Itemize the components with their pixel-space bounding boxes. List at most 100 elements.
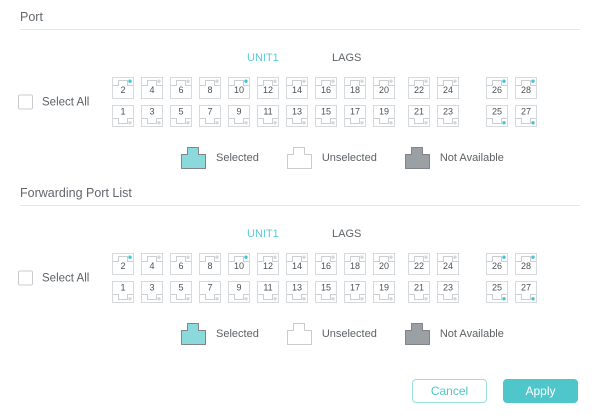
port-1[interactable]: 1 (112, 281, 134, 303)
svg-text:4: 4 (149, 85, 154, 95)
port-15[interactable]: 15 (315, 105, 337, 127)
port-2[interactable]: 2 (112, 77, 134, 99)
port-3[interactable]: 3 (141, 281, 163, 303)
svg-text:7: 7 (207, 107, 212, 117)
cancel-button[interactable]: Cancel (412, 379, 487, 403)
port-25[interactable]: 25 (486, 105, 508, 127)
svg-text:8: 8 (207, 85, 212, 95)
port-27[interactable]: 27 (515, 105, 537, 127)
port-jack-icon: 9 (228, 281, 250, 303)
svg-text:14: 14 (292, 85, 302, 95)
port-3[interactable]: 3 (141, 105, 163, 127)
port-26[interactable]: 26 (486, 253, 508, 275)
port-5[interactable]: 5 (170, 105, 192, 127)
port-5[interactable]: 5 (170, 281, 192, 303)
svg-text:28: 28 (521, 261, 531, 271)
port-13[interactable]: 13 (286, 281, 308, 303)
svg-text:1: 1 (120, 107, 125, 117)
select-all[interactable]: Select All (18, 270, 89, 286)
port-2[interactable]: 2 (112, 253, 134, 275)
port-jack-icon: 9 (228, 105, 250, 127)
port-19[interactable]: 19 (373, 105, 395, 127)
svg-text:21: 21 (414, 283, 424, 293)
tab-unit1[interactable]: UNIT1 (247, 52, 279, 64)
port-4[interactable]: 4 (141, 77, 163, 99)
port-12[interactable]: 12 (257, 77, 279, 99)
port-19[interactable]: 19 (373, 281, 395, 303)
port-20[interactable]: 20 (373, 77, 395, 99)
port-10[interactable]: 10 (228, 253, 250, 275)
select-all-checkbox[interactable] (18, 94, 33, 110)
legend-item-selected: Selected (180, 145, 259, 170)
port-7[interactable]: 7 (199, 281, 221, 303)
port-jack-icon: 6 (170, 253, 192, 275)
port-17[interactable]: 17 (344, 281, 366, 303)
port-1[interactable]: 1 (112, 105, 134, 127)
port-18[interactable]: 18 (344, 253, 366, 275)
port-11[interactable]: 11 (257, 105, 279, 127)
svg-text:18: 18 (350, 85, 360, 95)
port-28[interactable]: 28 (515, 253, 537, 275)
port-9[interactable]: 9 (228, 105, 250, 127)
apply-button[interactable]: Apply (503, 379, 578, 403)
port-21[interactable]: 21 (408, 281, 430, 303)
port-12[interactable]: 12 (257, 253, 279, 275)
port-15[interactable]: 15 (315, 281, 337, 303)
port-25[interactable]: 25 (486, 281, 508, 303)
port-10[interactable]: 10 (228, 77, 250, 99)
svg-text:9: 9 (236, 107, 241, 117)
port-jack-icon: 24 (437, 253, 459, 275)
port-jack-icon: 21 (408, 281, 430, 303)
svg-text:1: 1 (120, 283, 125, 293)
port-24[interactable]: 24 (437, 253, 459, 275)
port-21[interactable]: 21 (408, 105, 430, 127)
port-28[interactable]: 28 (515, 77, 537, 99)
port-16[interactable]: 16 (315, 77, 337, 99)
port-23[interactable]: 23 (437, 281, 459, 303)
port-row-top: 2 4 6 8 10 12 14 16 18 20 (112, 77, 395, 99)
port-22[interactable]: 22 (408, 253, 430, 275)
port-23[interactable]: 23 (437, 105, 459, 127)
svg-text:19: 19 (379, 283, 389, 293)
port-6[interactable]: 6 (170, 253, 192, 275)
port-jack-icon: 10 (228, 77, 250, 99)
port-jack-icon: 5 (170, 105, 192, 127)
port-jack-icon: 19 (373, 281, 395, 303)
port-row-bottom: 1 3 5 7 9 11 13 15 17 19 (112, 281, 395, 303)
port-13[interactable]: 13 (286, 105, 308, 127)
port-jack-icon: 16 (315, 253, 337, 275)
tab-lags[interactable]: LAGS (332, 52, 361, 64)
port-jack-icon: 16 (315, 77, 337, 99)
select-all-checkbox[interactable] (18, 270, 33, 286)
port-jack-icon: 14 (286, 77, 308, 99)
port-14[interactable]: 14 (286, 77, 308, 99)
svg-text:5: 5 (178, 283, 183, 293)
port-27[interactable]: 27 (515, 281, 537, 303)
port-24[interactable]: 24 (437, 77, 459, 99)
tab-lags[interactable]: LAGS (332, 228, 361, 240)
port-8[interactable]: 8 (199, 77, 221, 99)
port-jack-icon: 12 (257, 253, 279, 275)
port-9[interactable]: 9 (228, 281, 250, 303)
svg-text:12: 12 (263, 261, 273, 271)
select-all[interactable]: Select All (18, 94, 89, 110)
port-20[interactable]: 20 (373, 253, 395, 275)
port-16[interactable]: 16 (315, 253, 337, 275)
port-4[interactable]: 4 (141, 253, 163, 275)
port-17[interactable]: 17 (344, 105, 366, 127)
port-jack-icon: 11 (257, 281, 279, 303)
port-22[interactable]: 22 (408, 77, 430, 99)
port-11[interactable]: 11 (257, 281, 279, 303)
port-row-bottom: 25 27 (486, 105, 537, 127)
port-26[interactable]: 26 (486, 77, 508, 99)
port-7[interactable]: 7 (199, 105, 221, 127)
port-grid: 2 4 6 8 10 12 14 16 18 20 1 3 5 7 9 11 13 15 17 19 22 24 21 23 2… (112, 253, 580, 303)
port-jack-icon: 5 (170, 281, 192, 303)
port-14[interactable]: 14 (286, 253, 308, 275)
port-6[interactable]: 6 (170, 77, 192, 99)
legend: Selected Unselected Not Available (180, 145, 580, 170)
port-18[interactable]: 18 (344, 77, 366, 99)
tab-unit1[interactable]: UNIT1 (247, 228, 279, 240)
port-8[interactable]: 8 (199, 253, 221, 275)
port-jack-icon: 15 (315, 105, 337, 127)
